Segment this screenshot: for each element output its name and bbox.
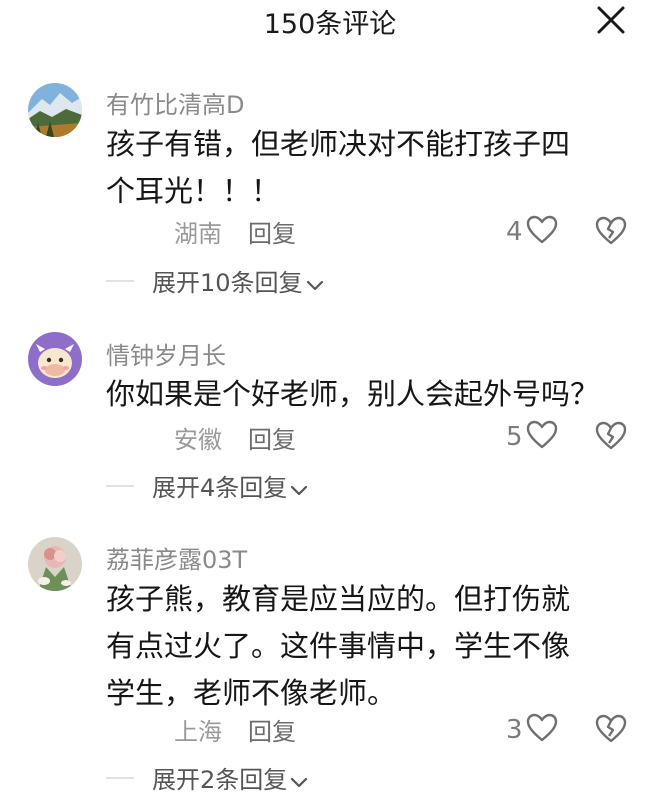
comment-text-line: 个耳光！！！ bbox=[106, 174, 281, 208]
divider bbox=[106, 485, 134, 487]
chevron-down-icon bbox=[305, 270, 325, 298]
expand-replies-button[interactable]: 展开2条回复 bbox=[152, 760, 309, 795]
chevron-down-icon bbox=[289, 475, 309, 503]
comment-location: 安徽 bbox=[174, 426, 222, 454]
comment-location: 上海 bbox=[174, 718, 222, 746]
like-button[interactable]: 4 bbox=[506, 215, 559, 249]
comment-username[interactable]: 荔菲彦露03T bbox=[106, 540, 247, 575]
like-count: 5 bbox=[506, 422, 523, 452]
like-button[interactable]: 3 bbox=[506, 713, 559, 747]
broken-heart-icon[interactable] bbox=[594, 215, 628, 249]
heart-outline-icon bbox=[525, 214, 559, 250]
like-button[interactable]: 5 bbox=[506, 420, 559, 454]
expand-replies-button[interactable]: 展开10条回复 bbox=[152, 263, 325, 298]
expand-replies-label: 展开4条回复 bbox=[152, 474, 288, 502]
reply-button[interactable]: 回复 bbox=[248, 420, 296, 455]
heart-outline-icon bbox=[525, 419, 559, 455]
avatar[interactable] bbox=[28, 332, 82, 386]
divider bbox=[106, 777, 134, 779]
comments-count-title: 150条评论 bbox=[263, 9, 397, 40]
comment-location: 湖南 bbox=[174, 220, 222, 248]
avatar[interactable] bbox=[28, 537, 82, 591]
comment-text-line: 孩子有错，但老师决对不能打孩子四 bbox=[106, 127, 571, 161]
comment-text-line: 你如果是个好老师，别人会起外号吗？ bbox=[106, 377, 600, 411]
comments-header: 150条评论 bbox=[0, 0, 660, 44]
comment-username[interactable]: 有竹比清高D bbox=[106, 85, 244, 120]
broken-heart-icon[interactable] bbox=[594, 420, 628, 454]
chevron-down-icon bbox=[289, 767, 309, 795]
like-count: 4 bbox=[506, 217, 523, 247]
expand-replies-label: 展开10条回复 bbox=[152, 269, 303, 297]
expand-replies[interactable]: 展开2条回复 bbox=[0, 760, 660, 794]
reply-button[interactable]: 回复 bbox=[248, 214, 296, 249]
close-icon[interactable] bbox=[594, 3, 628, 37]
like-count: 3 bbox=[506, 715, 523, 745]
heart-outline-icon bbox=[525, 712, 559, 748]
comment-text-line: 孩子熊，教育是应当应的。但打伤就 bbox=[106, 582, 571, 616]
divider bbox=[106, 280, 134, 282]
comment-text-line: 学生，老师不像老师。 bbox=[106, 676, 397, 710]
expand-replies[interactable]: 展开10条回复 bbox=[0, 263, 660, 297]
comment-username[interactable]: 情钟岁月长 bbox=[106, 336, 226, 371]
avatar[interactable] bbox=[28, 83, 82, 137]
expand-replies-label: 展开2条回复 bbox=[152, 766, 288, 794]
expand-replies-button[interactable]: 展开4条回复 bbox=[152, 468, 309, 503]
expand-replies[interactable]: 展开4条回复 bbox=[0, 468, 660, 502]
comment-text-line: 有点过火了。这件事情中，学生不像 bbox=[106, 629, 571, 663]
reply-button[interactable]: 回复 bbox=[248, 712, 296, 747]
broken-heart-icon[interactable] bbox=[594, 713, 628, 747]
